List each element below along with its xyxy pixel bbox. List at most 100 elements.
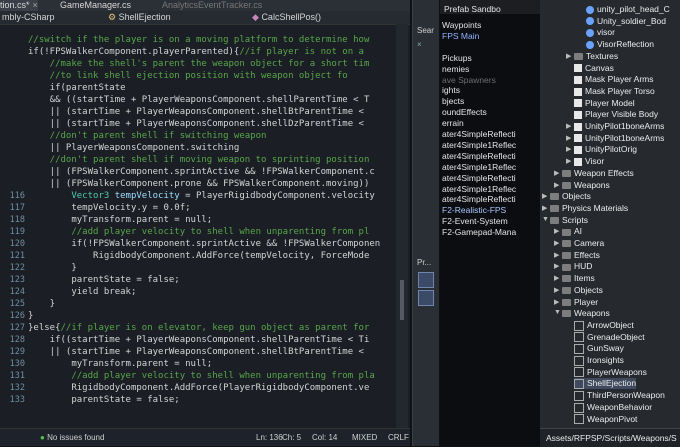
code-line[interactable]: || (FPSWalkerComponent.prone && FPSWalke… (28, 178, 370, 190)
collapse-arrow-icon[interactable]: ▶ (554, 262, 559, 270)
project-item[interactable]: Unity_soldier_Bod (586, 16, 666, 26)
collapse-arrow-icon[interactable]: ▶ (554, 251, 559, 259)
project-item[interactable]: HUD (562, 261, 592, 271)
code-line[interactable]: || PlayerWeaponsComponent.switching (28, 142, 240, 154)
hierarchy-item[interactable]: ater4Simple1Reflec (442, 184, 516, 194)
project-item[interactable]: ShellEjection (574, 378, 637, 390)
line-ending[interactable]: CRLF (388, 429, 409, 446)
project-item[interactable]: UnityPilot1boneArms (574, 121, 664, 131)
code-line[interactable]: yield break; (28, 286, 136, 298)
tab-game-manager[interactable]: GameManager.cs (60, 0, 160, 11)
tab-analytics[interactable]: AnalyticsEventTracker.cs (162, 0, 262, 11)
code-line[interactable]: myTransform.parent = null; (28, 358, 212, 370)
expand-arrow-icon[interactable]: ▼ (554, 309, 561, 316)
collapse-arrow-icon[interactable]: ▶ (566, 122, 571, 130)
code-line[interactable]: //add player velocity to shell when unpa… (28, 226, 369, 238)
project-item[interactable]: visor (586, 27, 615, 37)
code-line[interactable]: //make the shell's parent the weapon obj… (28, 58, 370, 70)
layout-icon[interactable] (418, 290, 434, 306)
project-dropdown[interactable]: mbly-CSharp (2, 11, 55, 24)
code-line[interactable]: //don't parent shell if moving weapon to… (28, 154, 370, 166)
project-item[interactable]: Camera (562, 238, 604, 248)
project-item[interactable]: Player Visible Body (574, 109, 658, 119)
project-item[interactable]: GrenadeObject (574, 332, 645, 343)
project-item[interactable]: UnityPilotOrig (574, 144, 637, 154)
code-line[interactable]: RigidbodyComponent.AddForce(PlayerRigidb… (28, 382, 369, 394)
hierarchy-item[interactable]: bjects (442, 96, 464, 106)
code-line[interactable]: //switch if the player is on a moving pl… (28, 34, 369, 46)
collapse-arrow-icon[interactable]: ▶ (566, 52, 571, 60)
project-item[interactable]: ThirdPersonWeapon (574, 390, 665, 401)
code-line[interactable]: RigidbodyComponent.AddForce(tempVelocity… (28, 250, 369, 262)
code-line[interactable]: || (startTime + PlayerWeaponsComponent.s… (28, 346, 364, 358)
vertical-scrollbar[interactable] (396, 24, 408, 428)
hierarchy-item[interactable]: ave Spawners (442, 75, 496, 85)
project-item[interactable]: ArrowObject (574, 320, 634, 331)
collapse-arrow-icon[interactable]: ▶ (554, 227, 559, 235)
collapse-arrow-icon[interactable]: ▶ (554, 274, 559, 282)
class-dropdown[interactable]: ⚙ ShellEjection (108, 11, 171, 24)
hierarchy-item[interactable]: ater4SimpleReflecti (442, 129, 516, 139)
collapse-arrow-icon[interactable]: ▶ (566, 145, 571, 153)
hierarchy-item[interactable]: FPS Main (442, 31, 479, 41)
hierarchy-item[interactable]: ater4Simple1Reflec (442, 162, 516, 172)
code-line[interactable]: tempVelocity.y = 0.0f; (28, 202, 190, 214)
project-item[interactable]: WeaponPivot (574, 414, 637, 425)
hierarchy-item[interactable]: ater4SimpleReflecti (442, 173, 516, 183)
expand-arrow-icon[interactable]: ▼ (542, 216, 549, 223)
code-line[interactable]: parentState = false; (28, 274, 179, 286)
collapse-arrow-icon[interactable]: ▶ (554, 239, 559, 247)
hierarchy-item[interactable]: ater4SimpleReflecti (442, 151, 516, 161)
search-tab[interactable]: Sear (417, 26, 434, 35)
code-line[interactable]: parentState = false; (28, 394, 179, 406)
collapse-arrow-icon[interactable]: ▶ (566, 134, 571, 142)
code-line[interactable]: if(!FPSWalkerComponent.playerParented){/… (28, 46, 364, 58)
project-item[interactable]: Effects (562, 250, 600, 260)
project-item[interactable]: Objects (550, 191, 591, 201)
code-line[interactable]: if((startTime + PlayerWeaponsComponent.s… (28, 334, 370, 346)
collapse-arrow-icon[interactable]: ▶ (554, 298, 559, 306)
project-item[interactable]: Textures (574, 51, 618, 61)
project-item[interactable]: VisorReflection (586, 39, 654, 49)
grid-icon[interactable] (418, 272, 434, 288)
hierarchy-item[interactable]: errain (442, 118, 464, 128)
issues-status[interactable]: ● No issues found (40, 429, 104, 446)
project-item[interactable]: WeaponBehavior (574, 402, 652, 413)
hierarchy-item[interactable]: nemies (442, 64, 469, 74)
code-line[interactable]: if(parentState (28, 82, 126, 94)
collapse-arrow-icon[interactable]: ▶ (554, 181, 559, 189)
code-line[interactable]: || (startTime + PlayerWeaponsComponent.s… (28, 106, 364, 118)
project-item[interactable]: Player Model (574, 98, 635, 108)
project-item[interactable]: Items (562, 273, 595, 283)
project-item[interactable]: Weapon Effects (562, 168, 634, 178)
hierarchy-item[interactable]: oundEffects (442, 107, 487, 117)
project-item[interactable]: Visor (574, 156, 604, 166)
project-item[interactable]: Weapons (562, 180, 610, 190)
whitespace-mode[interactable]: MIXED (352, 429, 377, 446)
collapse-arrow-icon[interactable]: ▶ (554, 169, 559, 177)
code-line[interactable]: } (28, 262, 76, 274)
project-item[interactable]: unity_pilot_head_C (586, 4, 670, 14)
collapse-arrow-icon[interactable]: ▶ (566, 157, 571, 165)
project-item[interactable]: PlayerWeapons (574, 367, 647, 378)
code-line[interactable]: Vector3 tempVelocity = PlayerRigidbodyCo… (28, 190, 374, 202)
project-item[interactable]: Objects (562, 285, 603, 295)
code-line[interactable]: || (startTime + PlayerWeaponsComponent.s… (28, 118, 364, 130)
code-line[interactable]: || (FPSWalkerComponent.sprintActive && !… (28, 166, 375, 178)
code-line[interactable]: //don't parent shell if switching weapon (28, 130, 267, 142)
project-item[interactable]: Mask Player Arms (574, 74, 654, 84)
code-line[interactable]: //to link shell ejection position with w… (28, 70, 348, 82)
collapse-arrow-icon[interactable]: ▶ (542, 204, 547, 212)
project-item[interactable]: Weapons (562, 308, 610, 318)
hierarchy-item[interactable]: Waypoints (442, 20, 481, 30)
hierarchy-item[interactable]: ater4SimpleReflecti (442, 194, 516, 204)
project-item[interactable]: AI (562, 226, 582, 236)
code-line[interactable]: if(!FPSWalkerComponent.sprintActive && !… (28, 238, 380, 250)
project-item[interactable]: Scripts (550, 215, 588, 225)
hierarchy-item[interactable]: ater4Simple1Reflec (442, 140, 516, 150)
project-item[interactable]: Canvas (574, 63, 614, 73)
code-line[interactable]: && ((startTime + PlayerWeaponsComponent.… (28, 94, 370, 106)
hierarchy-item[interactable]: F2-Realistic-FPS (442, 205, 506, 215)
scrollbar-thumb[interactable] (400, 280, 404, 320)
code-line[interactable]: myTransform.parent = null; (28, 214, 212, 226)
